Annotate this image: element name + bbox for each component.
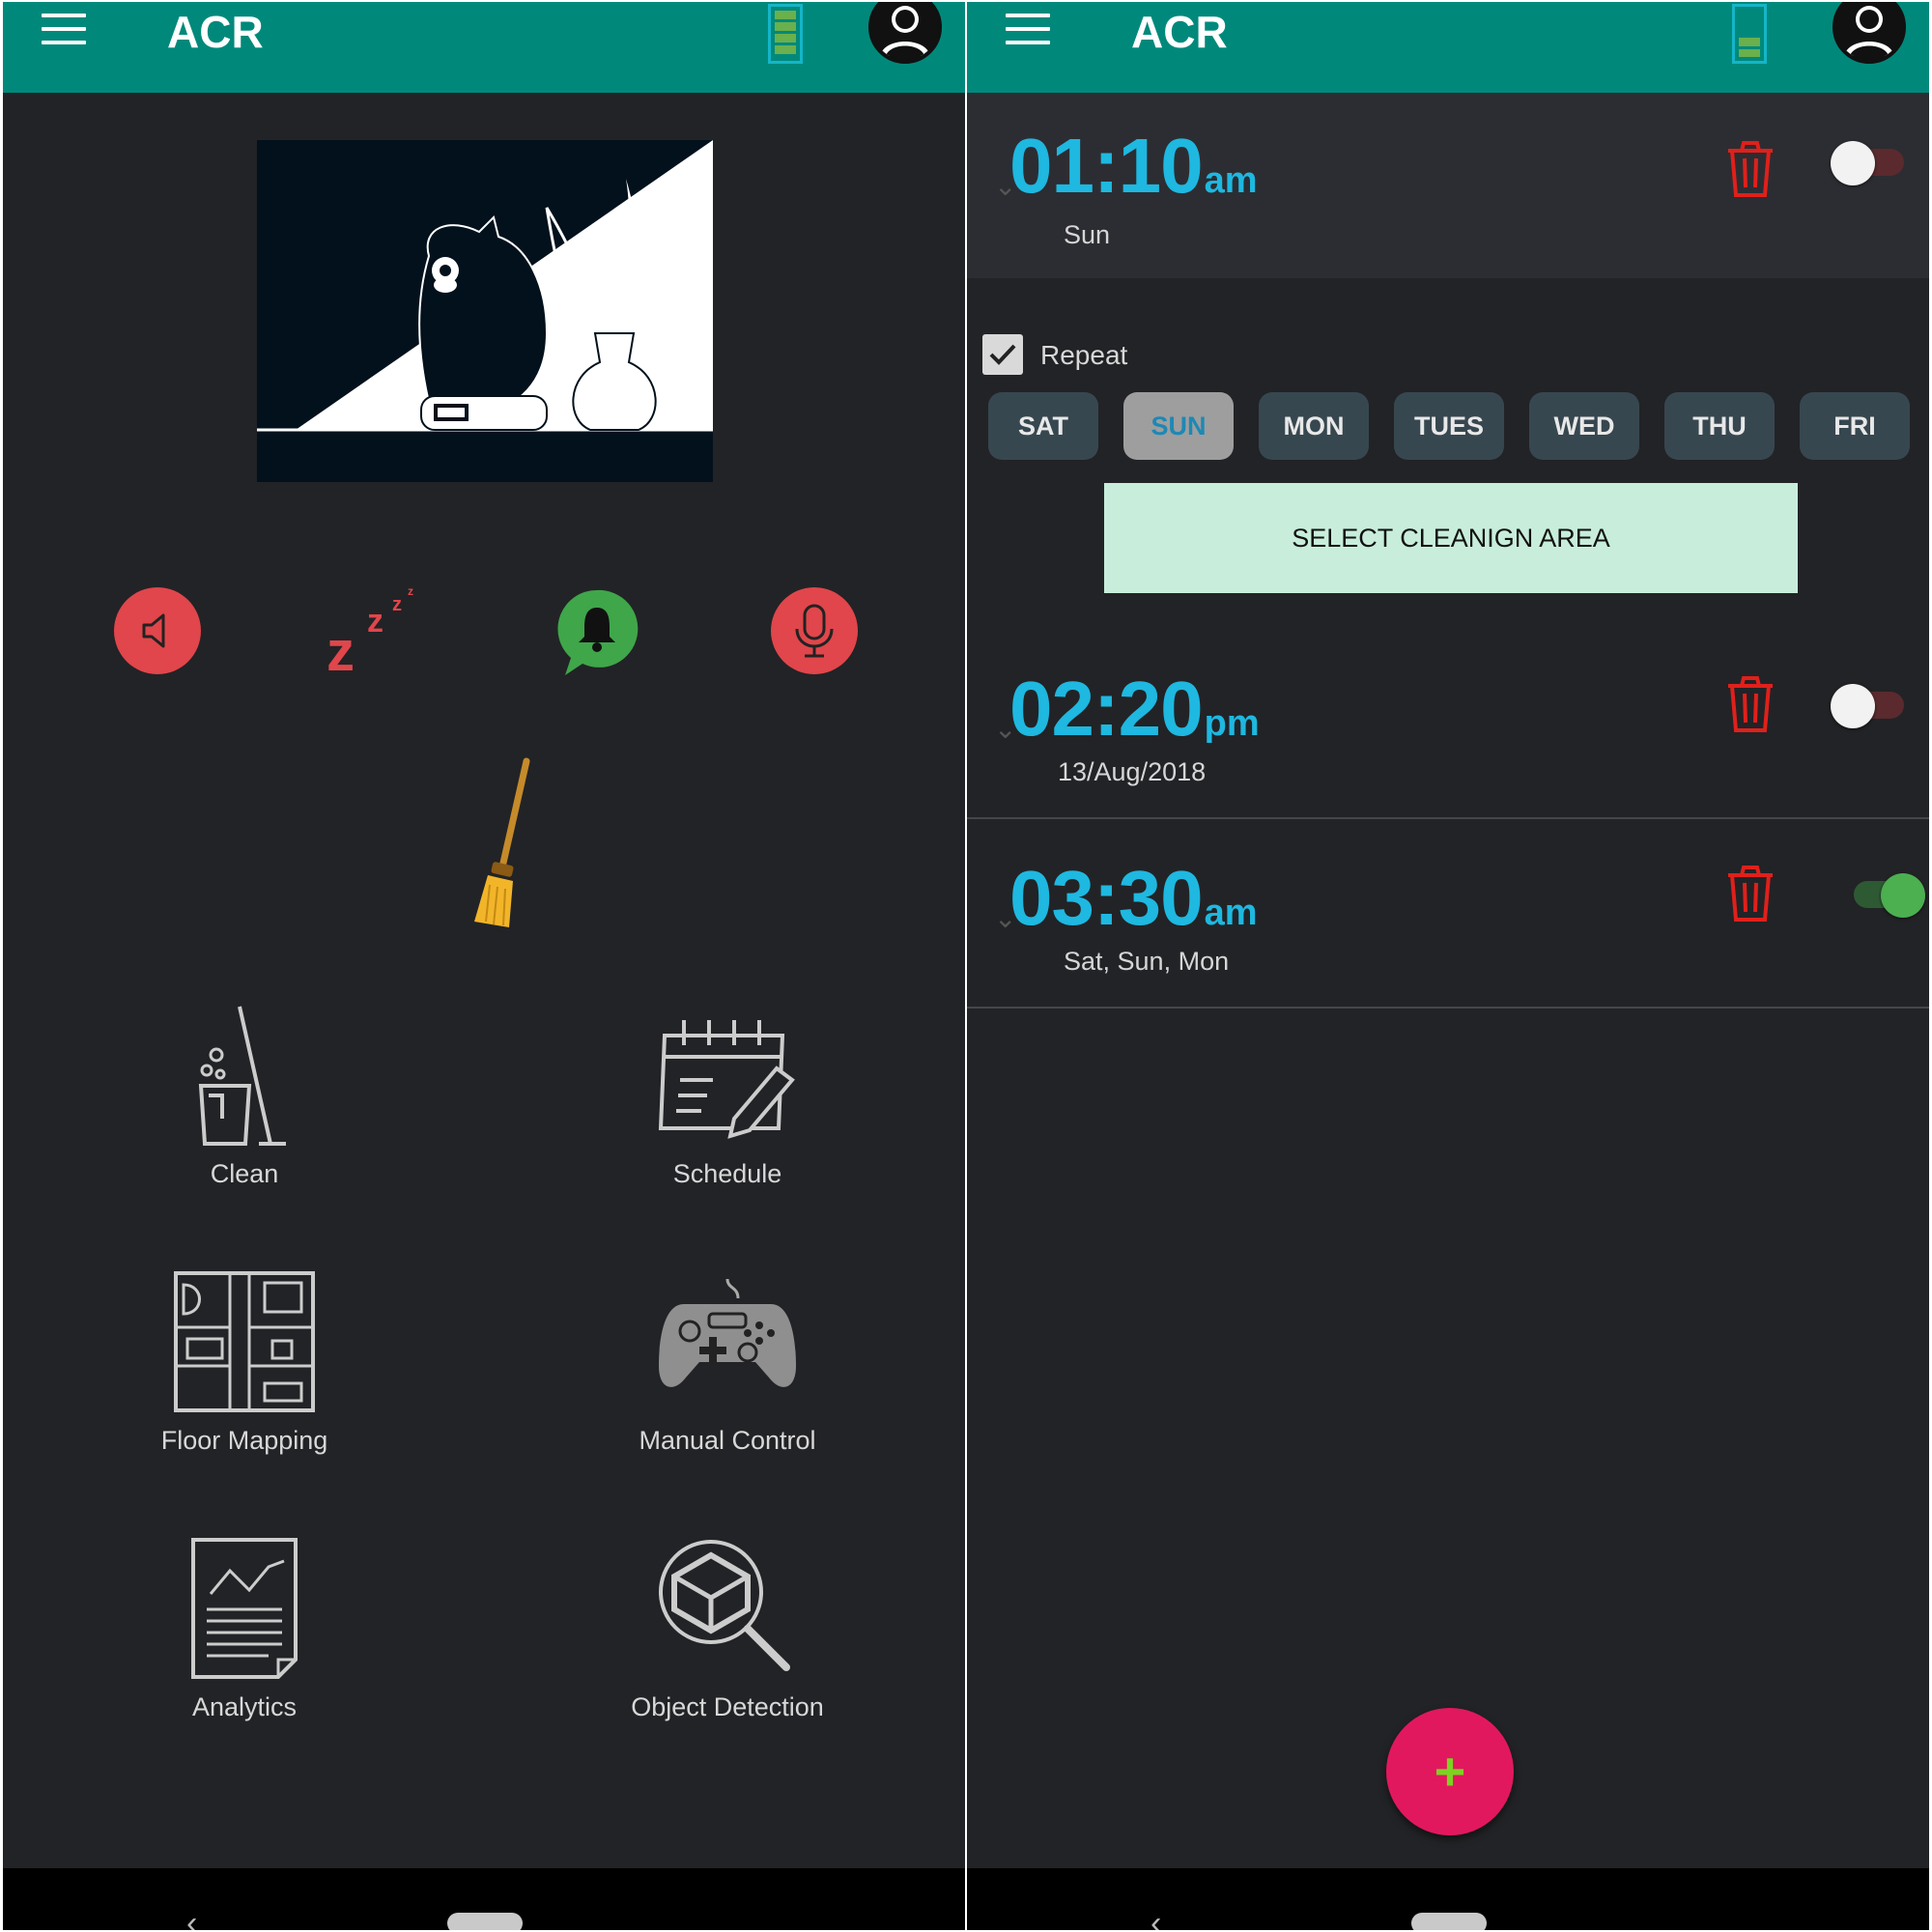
- menu-clean[interactable]: Clean: [99, 1003, 389, 1189]
- menu-floor-mapping-label: Floor Mapping: [160, 1426, 328, 1455]
- alarm-toggle-on[interactable]: [1848, 869, 1925, 918]
- back-nav-icon[interactable]: ‹: [1151, 1905, 1161, 1930]
- alarm-date: 13/Aug/2018: [1058, 757, 1207, 786]
- floor-plan-icon: [174, 1271, 315, 1412]
- battery-icon: [1732, 4, 1767, 64]
- day-chip-tues[interactable]: TUES: [1394, 392, 1504, 460]
- day-chip-thu[interactable]: THU: [1664, 392, 1775, 460]
- app-bar: ACR: [3, 2, 965, 93]
- object-detection-magnifier-icon: [659, 1540, 790, 1671]
- sleep-zzz-icon[interactable]: z z z z: [327, 582, 423, 683]
- svg-text:z: z: [367, 603, 384, 639]
- alarm-time: 03:30am: [1009, 855, 1258, 941]
- alarm-days: Sun: [1064, 220, 1111, 249]
- home-screen: ACR z z z z Clean Schedule Floor Mapping…: [3, 2, 965, 1930]
- select-cleaning-area-button[interactable]: SELECT CLEANIGN AREA: [1104, 483, 1798, 593]
- repeat-label: Repeat: [1040, 340, 1128, 370]
- svg-text:z: z: [327, 620, 355, 678]
- alarm-item[interactable]: ⌄ 02:20pm 13/Aug/2018: [967, 639, 1929, 813]
- notification-bell-icon[interactable]: [554, 586, 640, 679]
- day-chip-sat[interactable]: SAT: [988, 392, 1098, 460]
- hamburger-icon[interactable]: [42, 14, 86, 48]
- app-bar: ACR: [967, 2, 1929, 93]
- app-title: ACR: [1131, 7, 1228, 57]
- menu-object-detection[interactable]: Object Detection: [582, 1536, 872, 1722]
- add-alarm-fab[interactable]: +: [1386, 1708, 1514, 1835]
- menu-clean-label: Clean: [210, 1159, 279, 1188]
- microphone-icon[interactable]: [771, 587, 858, 674]
- home-nav-pill[interactable]: [1411, 1913, 1487, 1930]
- cleaning-bucket-mop-icon: [198, 1006, 286, 1146]
- app-title: ACR: [167, 7, 264, 57]
- day-chip-mon[interactable]: MON: [1259, 392, 1369, 460]
- menu-schedule[interactable]: Schedule: [582, 1003, 872, 1189]
- delete-trash-icon[interactable]: [1724, 674, 1776, 732]
- menu-manual-control[interactable]: Manual Control: [582, 1269, 872, 1456]
- alarm-time: 01:10am: [1009, 123, 1258, 209]
- plus-icon: +: [1434, 1741, 1466, 1802]
- menu-analytics-label: Analytics: [191, 1692, 298, 1721]
- hamburger-icon[interactable]: [1006, 14, 1050, 48]
- menu-analytics[interactable]: Analytics: [99, 1536, 389, 1722]
- delete-trash-icon[interactable]: [1724, 139, 1776, 197]
- svg-text:z: z: [408, 584, 413, 598]
- back-nav-icon[interactable]: ‹: [186, 1905, 197, 1930]
- alarm-item[interactable]: ⌄ 01:10am Sun: [967, 93, 1929, 278]
- day-chip-sun[interactable]: SUN: [1123, 392, 1234, 460]
- alarm-toggle-off[interactable]: [1831, 680, 1908, 728]
- menu-floor-mapping[interactable]: Floor Mapping: [99, 1269, 389, 1456]
- repeat-checkbox[interactable]: [982, 334, 1023, 375]
- account-avatar-icon[interactable]: [1833, 2, 1906, 64]
- account-avatar-icon[interactable]: [868, 2, 942, 64]
- alarm-time: 02:20pm: [1009, 666, 1260, 752]
- broom-icon[interactable]: [467, 755, 534, 929]
- battery-icon: [768, 4, 803, 64]
- menu-manual-control-label: Manual Control: [639, 1426, 816, 1455]
- alarm-toggle-off[interactable]: [1831, 137, 1908, 185]
- robot-status-illustration: [257, 140, 713, 482]
- day-chip-fri[interactable]: FRI: [1800, 392, 1910, 460]
- day-chip-wed[interactable]: WED: [1529, 392, 1639, 460]
- menu-object-detection-label: Object Detection: [631, 1692, 824, 1721]
- gamepad-icon: [659, 1278, 796, 1387]
- schedule-screen: ACR ⌄ 01:10am Sun Repeat SAT SUN MON TUE…: [967, 2, 1929, 1930]
- system-nav-bar: ‹: [3, 1868, 965, 1930]
- svg-text:z: z: [392, 594, 402, 615]
- menu-schedule-label: Schedule: [672, 1159, 782, 1188]
- calendar-schedule-icon: [658, 1020, 795, 1139]
- home-nav-pill[interactable]: [447, 1913, 523, 1930]
- system-nav-bar: ‹: [967, 1868, 1929, 1930]
- analytics-report-icon: [191, 1538, 298, 1679]
- alarm-days: Sat, Sun, Mon: [1064, 947, 1230, 976]
- speaker-icon[interactable]: [114, 587, 201, 674]
- alarm-item[interactable]: ⌄ 03:30am Sat, Sun, Mon: [967, 829, 1929, 1003]
- delete-trash-icon[interactable]: [1724, 864, 1776, 922]
- list-divider: [967, 817, 1929, 819]
- list-divider: [967, 1007, 1929, 1009]
